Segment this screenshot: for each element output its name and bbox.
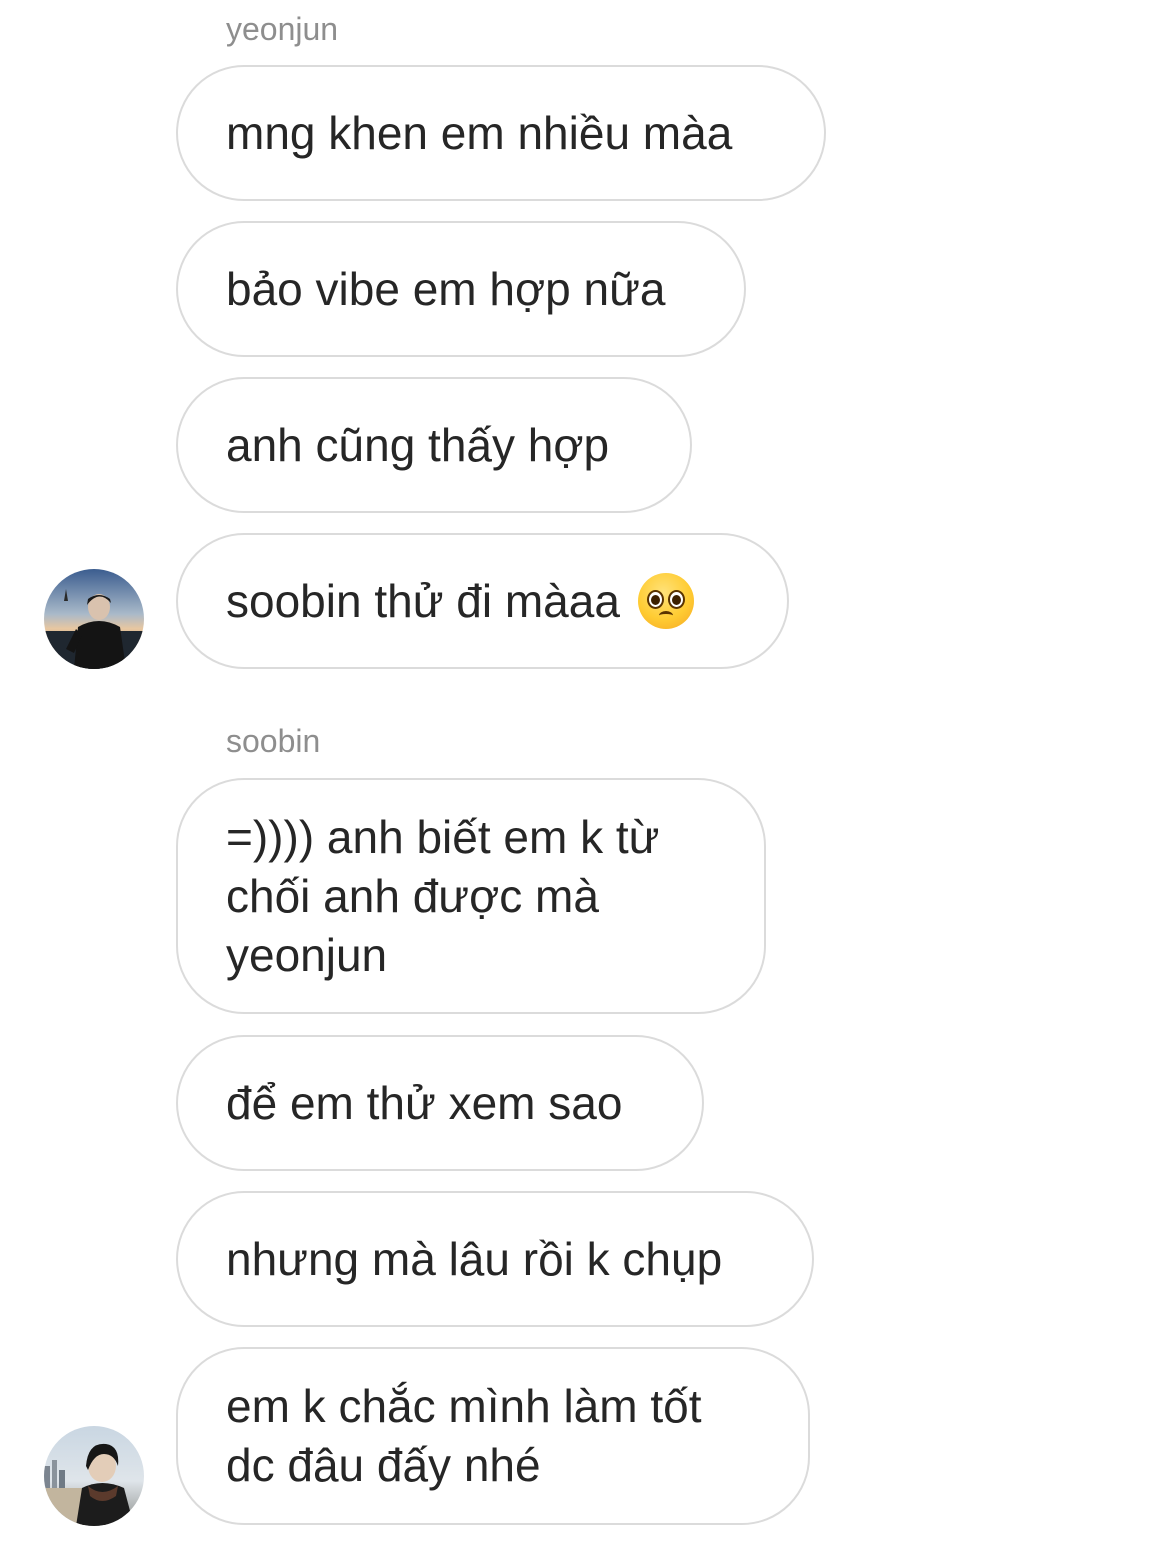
message-bubble[interactable]: mng khen em nhiều màa [176,65,826,201]
message-text: anh cũng thấy hợp [226,418,610,471]
message-line: =)))) anh biết em k từ [226,810,660,863]
message-text: bảo vibe em hợp nữa [226,262,666,315]
pleading-face-emoji-icon [637,573,694,629]
sender-name-soobin: soobin [226,723,321,759]
avatar-yeonjun[interactable] [44,569,144,669]
message-text: mng khen em nhiều màa [226,106,733,159]
message-text: để em thử xem sao [226,1076,623,1129]
message-line: yeonjun [226,928,388,981]
message-line: dc đâu đấy nhé [226,1439,541,1491]
message-text: =)))) anh biết em k từ chối anh được mà … [226,808,659,985]
message-bubble[interactable]: =)))) anh biết em k từ chối anh được mà … [176,778,766,1014]
message-line: chối anh được mà [226,869,599,922]
message-line: em k chắc mình làm tốt [226,1380,702,1432]
message-text: nhưng mà lâu rồi k chụp [226,1232,723,1285]
message-bubble[interactable]: em k chắc mình làm tốt dc đâu đấy nhé [176,1347,810,1525]
message-text: em k chắc mình làm tốt dc đâu đấy nhé [226,1377,702,1495]
message-text: soobin thử đi màaa [226,574,620,627]
message-bubble[interactable]: bảo vibe em hợp nữa [176,221,746,357]
avatar-soobin[interactable] [44,1426,144,1526]
message-bubble[interactable]: nhưng mà lâu rồi k chụp [176,1191,814,1327]
message-bubble[interactable]: anh cũng thấy hợp [176,377,692,513]
message-bubble[interactable]: để em thử xem sao [176,1035,704,1171]
message-bubble[interactable]: soobin thử đi màaa [176,533,789,669]
sender-name-yeonjun: yeonjun [226,11,339,47]
